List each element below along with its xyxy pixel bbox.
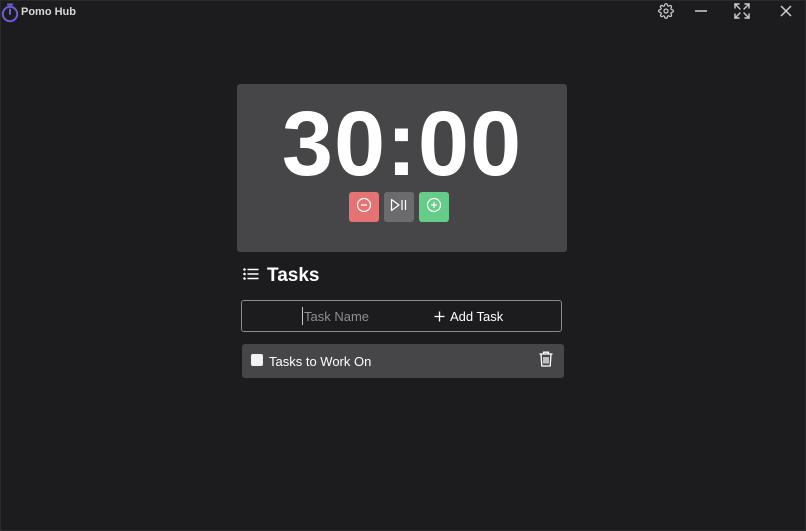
task-item: Tasks to Work On bbox=[242, 344, 564, 378]
play-pause-icon bbox=[390, 198, 408, 217]
timer-display: 30:00 bbox=[281, 93, 523, 195]
add-task-button[interactable]: Add Task bbox=[434, 306, 503, 326]
plus-circle-icon bbox=[426, 197, 442, 218]
tasks-header: Tasks bbox=[243, 265, 319, 287]
tasks-title: Tasks bbox=[267, 265, 320, 286]
increase-time-button[interactable] bbox=[419, 192, 449, 222]
play-pause-button[interactable] bbox=[384, 192, 414, 222]
app-title: Pomo Hub bbox=[21, 6, 76, 18]
minimize-button[interactable] bbox=[690, 3, 712, 23]
minimize-icon bbox=[694, 4, 708, 23]
minus-circle-icon bbox=[356, 197, 372, 218]
add-task-form: Add Task bbox=[241, 300, 562, 332]
decrease-time-button[interactable] bbox=[349, 192, 379, 222]
title-bar: Pomo Hub bbox=[1, 1, 805, 27]
settings-button[interactable] bbox=[655, 2, 677, 24]
trash-icon bbox=[539, 351, 553, 372]
add-task-label: Add Task bbox=[450, 308, 504, 324]
fullscreen-icon bbox=[734, 2, 750, 24]
timer-card: 30:00 bbox=[237, 84, 567, 252]
gear-icon bbox=[658, 2, 674, 24]
plus-icon bbox=[434, 311, 445, 322]
list-icon bbox=[243, 267, 259, 286]
task-name-input[interactable] bbox=[302, 307, 434, 325]
stopwatch-icon bbox=[1, 3, 19, 23]
close-icon bbox=[779, 4, 793, 23]
task-checkbox[interactable] bbox=[251, 354, 263, 366]
task-label: Tasks to Work On bbox=[269, 354, 372, 369]
delete-task-button[interactable] bbox=[538, 351, 554, 372]
fullscreen-button[interactable] bbox=[731, 2, 753, 24]
close-button[interactable] bbox=[775, 3, 797, 23]
app-window: Pomo Hub 30:00 Tasks Task Name Add Task … bbox=[0, 0, 806, 531]
